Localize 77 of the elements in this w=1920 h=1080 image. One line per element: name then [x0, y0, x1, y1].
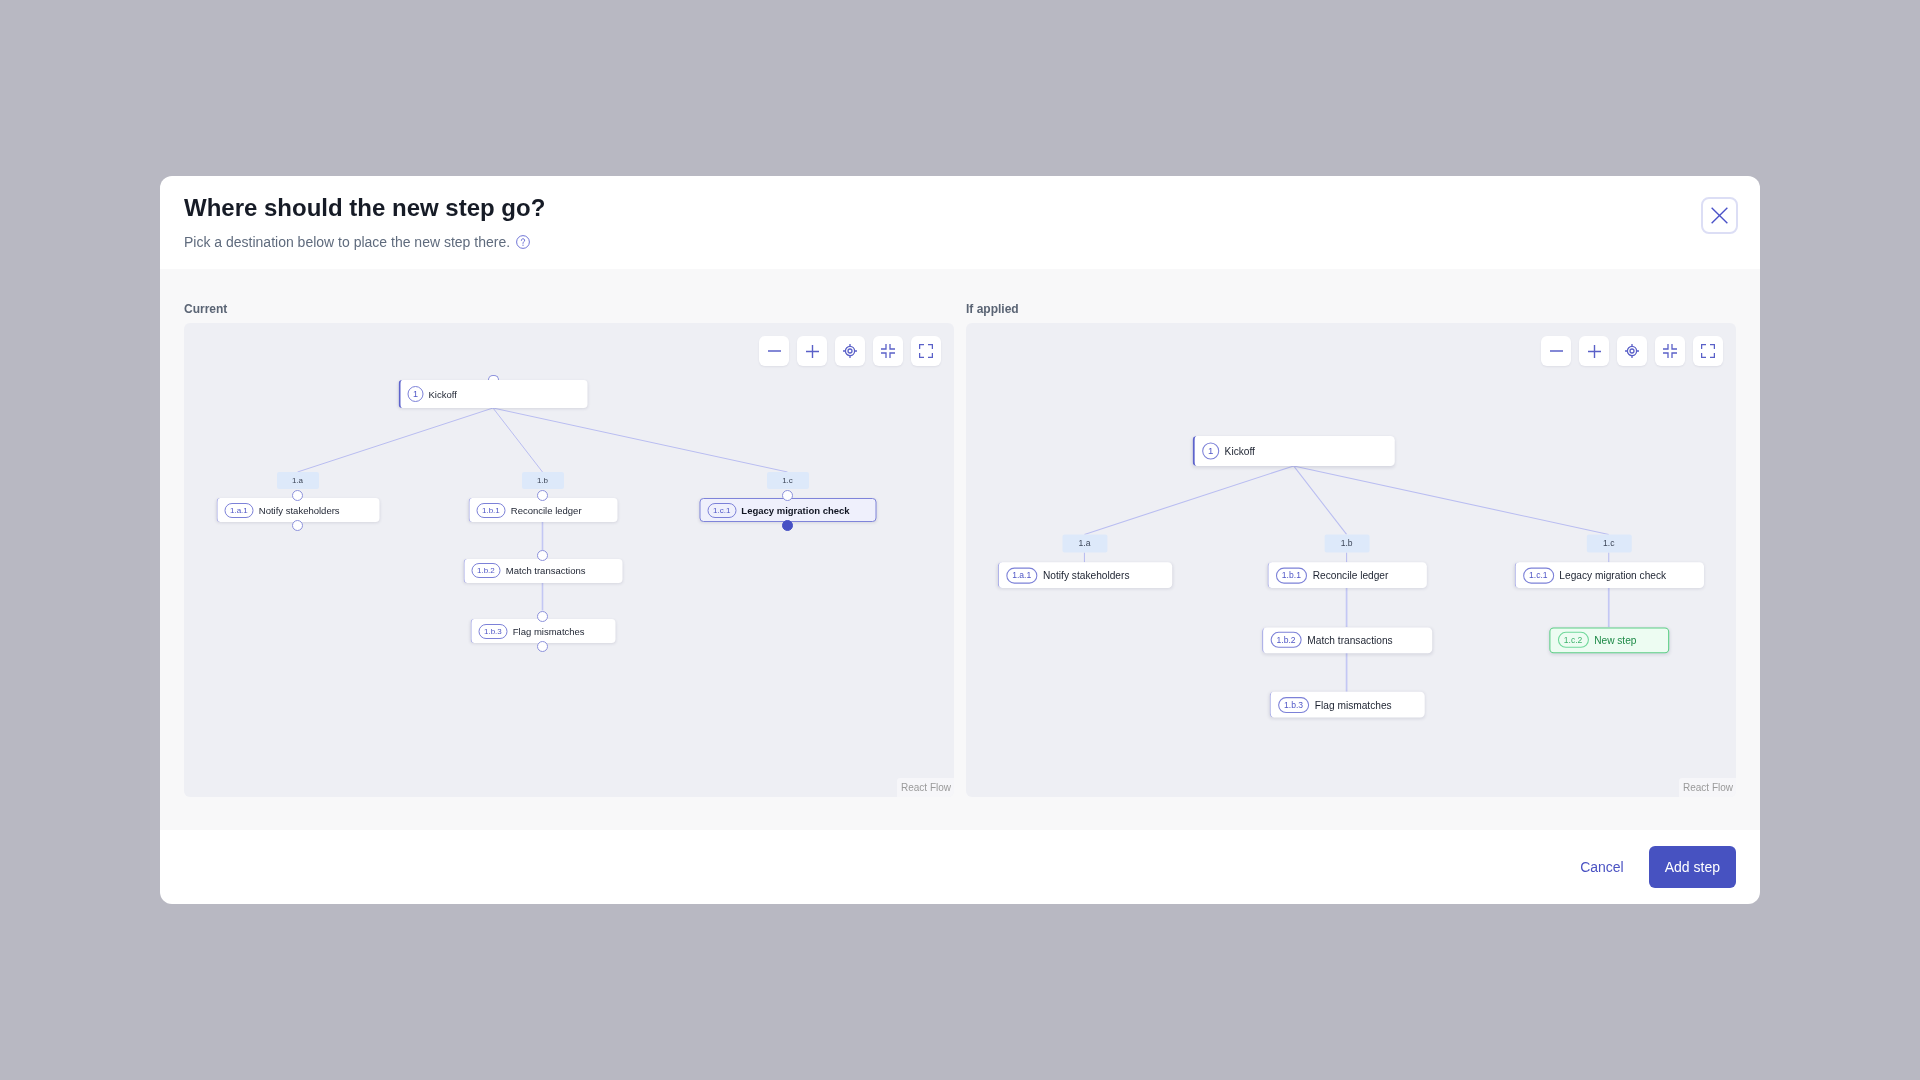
panel-label: Current	[184, 301, 228, 317]
step-title: New step	[1594, 633, 1637, 646]
connection-handle[interactable]	[537, 489, 548, 501]
connector-line	[1345, 651, 1348, 693]
flow-node[interactable]: 1.a.1 Notify stakeholders	[216, 498, 379, 522]
step-title: Match transactions	[505, 565, 586, 576]
minus-icon	[767, 350, 781, 352]
shrink-button[interactable]	[1655, 336, 1685, 366]
flow-node[interactable]: 1.a.1 Notify stakeholders	[997, 562, 1172, 588]
step-title: Kickoff	[1224, 445, 1255, 457]
connection-handle[interactable]	[537, 550, 548, 561]
zoom-out-button[interactable]	[1541, 336, 1571, 366]
flow-node[interactable]: 1 Kickoff	[1192, 436, 1395, 466]
step-title: Flag mismatches	[1314, 698, 1392, 711]
connection-handle[interactable]	[292, 489, 303, 501]
fit-view-button[interactable]	[1617, 336, 1647, 366]
dialog-subtitle: Pick a destination below to place the new step there.	[184, 233, 511, 252]
connection-handle[interactable]	[537, 640, 548, 652]
branch-label: 1.c	[1586, 534, 1632, 553]
branch-label: 1.c	[766, 472, 809, 489]
flow-node[interactable]: 1.c.1 Legacy migration check	[1514, 562, 1704, 588]
close-button[interactable]	[1701, 197, 1738, 234]
plus-icon	[1587, 344, 1601, 358]
connection-handle[interactable]	[292, 519, 303, 531]
help-icon[interactable]	[516, 235, 531, 249]
connector-line	[1608, 552, 1610, 563]
step-title: Notify stakeholders	[1043, 569, 1130, 581]
add-step-button[interactable]: Add step	[1648, 846, 1736, 888]
flow-node[interactable]: 1.c.2 New step	[1548, 627, 1669, 653]
flow-node[interactable]: 1.b.1 Reconcile ledger	[1266, 562, 1427, 588]
inward-corners-icon	[881, 344, 895, 358]
step-title: Flag mismatches	[512, 625, 585, 637]
flow-node[interactable]: 1.b.1 Reconcile ledger	[468, 498, 617, 522]
panel-label: If applied	[966, 301, 1019, 317]
step-title: Kickoff	[428, 388, 457, 400]
connection-handle[interactable]	[537, 610, 548, 622]
step-title: Reconcile ledger	[1312, 569, 1389, 581]
cancel-button[interactable]: Cancel	[1568, 846, 1636, 888]
branch-label: 1.a	[276, 472, 319, 489]
step-title: Legacy migration check	[1559, 569, 1667, 581]
connection-handle[interactable]	[782, 489, 793, 501]
fullscreen-button[interactable]	[911, 336, 941, 366]
step-title: Reconcile ledger	[510, 504, 582, 516]
step-title: Legacy migration check	[741, 504, 850, 516]
crosshair-icon	[1625, 344, 1639, 358]
flow-node[interactable]: 1 Kickoff	[398, 380, 588, 408]
fullscreen-button[interactable]	[1693, 336, 1723, 366]
connection-handle[interactable]	[782, 519, 793, 531]
fit-view-button[interactable]	[835, 336, 865, 366]
connector-line	[1345, 587, 1348, 628]
minus-icon	[1549, 350, 1563, 352]
flow-node[interactable]: 1.c.1 Legacy migration check	[699, 498, 876, 522]
flow-node[interactable]: 1.b.3 Flag mismatches	[470, 619, 615, 643]
zoom-out-button[interactable]	[759, 336, 789, 366]
plus-icon	[805, 344, 819, 358]
zoom-in-button[interactable]	[797, 336, 827, 366]
step-title: Match transactions	[1307, 633, 1393, 646]
flow-node[interactable]: 1.b.2 Match transactions	[1261, 627, 1432, 653]
flow-node[interactable]: 1.b.2 Match transactions	[463, 558, 622, 583]
connector-line	[1607, 587, 1610, 628]
step-title: Notify stakeholders	[258, 504, 340, 516]
branch-label: 1.a	[1061, 534, 1107, 553]
connector-line	[1346, 552, 1348, 563]
fullscreen-icon	[1701, 344, 1715, 358]
inward-corners-icon	[1663, 344, 1677, 358]
flow-node[interactable]: 1.b.3 Flag mismatches	[1269, 691, 1425, 718]
connector-line	[541, 581, 544, 612]
fullscreen-icon	[919, 344, 933, 358]
zoom-in-button[interactable]	[1579, 336, 1609, 366]
close-icon	[1711, 207, 1728, 224]
dialog-title: Where should the new step go?	[184, 193, 546, 223]
branch-label: 1.b	[1324, 534, 1370, 553]
crosshair-icon	[843, 344, 857, 358]
shrink-button[interactable]	[873, 336, 903, 366]
branch-label: 1.b	[521, 472, 564, 489]
connector-line	[1083, 552, 1085, 563]
connector-line	[541, 521, 544, 551]
